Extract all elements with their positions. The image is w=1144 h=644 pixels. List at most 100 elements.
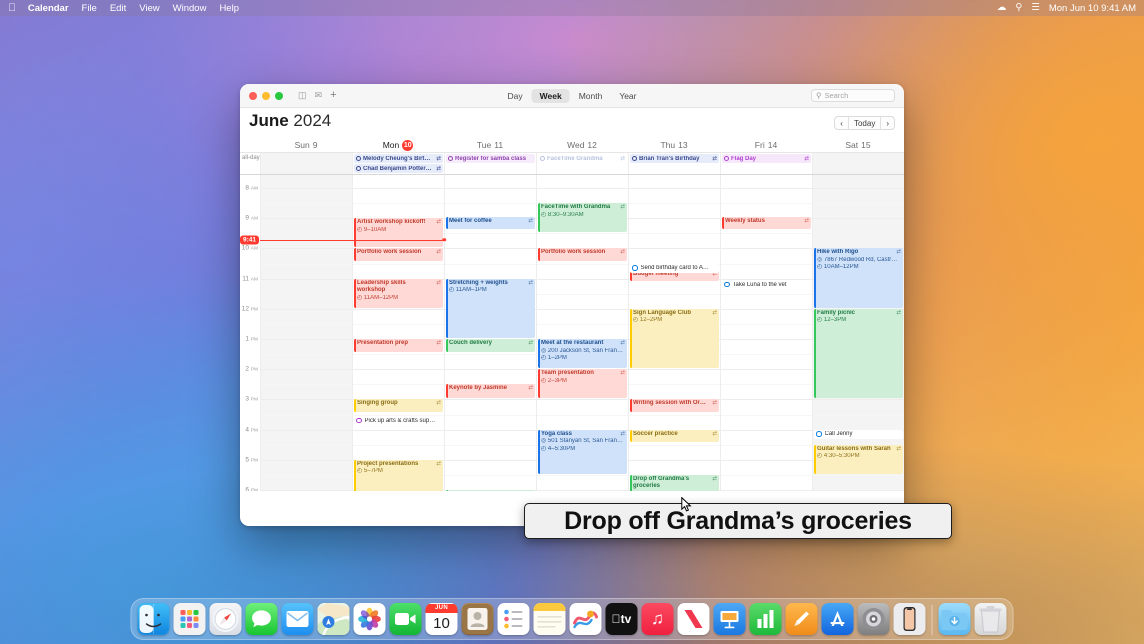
calendar-event[interactable]: Writing session with Or… ⇄ — [630, 399, 719, 412]
menu-item-window[interactable]: Window — [173, 3, 207, 14]
dock-icon-system-settings[interactable] — [857, 603, 890, 635]
weekday-header-fri[interactable]: Fri 14 — [720, 138, 812, 152]
all-day-column-fri[interactable]: Flag Day ⇄ — [720, 153, 812, 174]
prev-week-button[interactable]: ‹ — [835, 117, 848, 129]
calendar-event[interactable]: Leadership skills workshop ◴ 11AM–12PM ⇄ — [354, 278, 443, 308]
day-column-thu[interactable]: Budget meeting ⇄ Sign Language Club ◴ 12–2P… — [628, 175, 720, 491]
dock-icon-iphone-mirroring[interactable] — [893, 603, 926, 635]
view-switcher[interactable]: Day Week Month Year — [500, 88, 645, 103]
all-day-event[interactable]: Register for samba class — [446, 154, 535, 163]
all-day-column-tue[interactable]: Register for samba class — [444, 153, 536, 174]
calendar-event[interactable]: Weekly status ⇄ — [722, 216, 811, 230]
dock-icon-launchpad[interactable] — [173, 603, 206, 635]
dock-icon-downloads[interactable] — [938, 603, 971, 635]
control-center-icon[interactable]: ☰ — [1031, 3, 1040, 13]
reminder-checkbox-icon[interactable] — [356, 417, 362, 424]
weekday-header-wed[interactable]: Wed 12 — [536, 138, 628, 152]
dock-icon-numbers[interactable] — [749, 603, 782, 635]
tab-month[interactable]: Month — [571, 89, 611, 103]
spotlight-search-icon[interactable]: ⚲ — [1015, 3, 1022, 13]
minimize-button[interactable] — [262, 91, 270, 100]
calendar-event[interactable]: Meet for coffee ⇄ — [446, 216, 535, 230]
dock-icon-reminders[interactable] — [497, 603, 530, 635]
dock-icon-news[interactable] — [677, 603, 710, 635]
calendar-event[interactable]: Project presentations ◴ 5–7PM ⇄ — [354, 459, 443, 491]
dock-icon-calendar[interactable]: JUN 10 — [425, 603, 458, 635]
calendar-event[interactable]: Meet at the restaurant ◎ 200 Jackson St, … — [538, 339, 627, 369]
dock-icon-freeform[interactable] — [569, 603, 602, 635]
apple-menu-icon[interactable]:  — [8, 3, 16, 14]
reminder-checkbox-icon[interactable] — [724, 281, 730, 288]
all-day-event[interactable]: Melody Cheung's Birt… ⇄ — [354, 154, 443, 163]
dock-icon-notes[interactable] — [533, 603, 566, 635]
dock-icon-finder[interactable] — [137, 603, 170, 635]
today-button[interactable]: Today — [847, 117, 882, 129]
calendar-event[interactable]: Singing group ⇄ — [354, 399, 443, 412]
all-day-column-wed[interactable]: FaceTime Grandma ⇄ — [536, 153, 628, 174]
dock-icon-maps[interactable] — [317, 603, 350, 635]
menu-item-edit[interactable]: Edit — [110, 3, 126, 14]
dock-icon-safari[interactable] — [209, 603, 242, 635]
calendar-event[interactable]: Team presentation ◴ 2–3PM ⇄ — [538, 369, 627, 399]
search-field[interactable]: ⚲ Search — [811, 89, 895, 102]
menu-item-help[interactable]: Help — [219, 3, 239, 14]
reminder-item[interactable]: Call Jenny — [814, 429, 903, 439]
dock-icon-facetime[interactable] — [389, 603, 422, 635]
day-column-sun[interactable] — [260, 175, 352, 491]
dock-icon-pages[interactable] — [785, 603, 818, 635]
inbox-icon[interactable]: ✉ — [315, 91, 323, 100]
tab-year[interactable]: Year — [611, 89, 644, 103]
close-button[interactable] — [249, 91, 257, 100]
all-day-column-mon[interactable]: Melody Cheung's Birt… ⇄ Chad Benjamin Pott… — [352, 153, 444, 174]
calendar-event[interactable]: Family picnic ◴ 12–3PM ⇄ — [814, 308, 903, 399]
day-column-fri[interactable]: Weekly status ⇄ Take Luna to the vet — [720, 175, 812, 491]
calendar-grid-scroll[interactable]: 8 AM 9 AM 10 AM 11 AM 12 PM 1 PM 2 PM 3 PM 4 PM 5… — [240, 175, 904, 491]
calendar-event[interactable]: Taco night◴ 6–7PM — [446, 490, 535, 491]
reminder-checkbox-icon[interactable] — [632, 265, 638, 271]
calendar-event[interactable]: Keynote by Jasmine ⇄ — [446, 384, 535, 399]
add-event-button[interactable]: + — [330, 90, 336, 101]
calendar-event[interactable]: Portfolio work session ⇄ — [538, 248, 627, 261]
all-day-column-thu[interactable]: Brian Tran's Birthday ⇄ — [628, 153, 720, 174]
dock-icon-trash[interactable] — [974, 603, 1007, 635]
all-day-event[interactable]: Chad Benjamin Potter… ⇄ — [354, 164, 443, 173]
all-day-column-sat[interactable] — [812, 153, 904, 174]
dock-icon-photos[interactable] — [353, 603, 386, 635]
weekday-header-tue[interactable]: Tue 11 — [444, 138, 536, 152]
tab-day[interactable]: Day — [500, 89, 531, 103]
next-week-button[interactable]: › — [881, 117, 894, 129]
dock-icon-mail[interactable] — [281, 603, 314, 635]
calendar-event[interactable]: Drop off Grandma's groceries ⇄ — [630, 474, 719, 491]
weekday-header-sun[interactable]: Sun 9 — [260, 138, 352, 152]
calendar-event[interactable]: Yoga class ◎ 501 Stanyan St, San Fran… ◴ 4… — [538, 429, 627, 474]
dock-icon-app-store[interactable] — [821, 603, 854, 635]
weekday-header-thu[interactable]: Thu 13 — [628, 138, 720, 152]
all-day-event[interactable]: Flag Day ⇄ — [722, 154, 811, 163]
menu-bar-clock[interactable]: Mon Jun 10 9:41 AM — [1049, 3, 1136, 14]
tab-week[interactable]: Week — [531, 88, 570, 103]
all-day-event[interactable]: Brian Tran's Birthday ⇄ — [630, 154, 719, 163]
dock-icon-keynote[interactable] — [713, 603, 746, 635]
date-navigation[interactable]: ‹ Today › — [834, 116, 895, 130]
reminder-item[interactable]: Send birthday card to A… — [630, 263, 719, 273]
dock-icon-contacts[interactable] — [461, 603, 494, 635]
all-day-column-sun[interactable] — [260, 153, 352, 174]
menu-item-calendar[interactable]: Calendar — [28, 3, 69, 14]
dock-icon-appletv[interactable]: tv — [605, 603, 638, 635]
dock-icon-music[interactable]: ♫ — [641, 603, 674, 635]
calendar-event[interactable]: Stretching + weights ◴ 11AM–1PM ⇄ — [446, 278, 535, 338]
calendar-event[interactable]: Couch delivery ⇄ — [446, 339, 535, 352]
calendar-event[interactable]: Guitar lessons with Sarah ◴ 4:30–5:30PM ⇄ — [814, 444, 903, 474]
calendar-event[interactable]: Presentation prep ⇄ — [354, 339, 443, 352]
menu-item-view[interactable]: View — [139, 3, 159, 14]
day-column-tue[interactable]: Meet for coffee ⇄ Stretching + weights ◴ 11… — [444, 175, 536, 491]
dock-icon-messages[interactable] — [245, 603, 278, 635]
reminder-item[interactable]: Pick up arts & crafts sup… — [354, 416, 443, 425]
calendar-event[interactable]: Portfolio work session ⇄ — [354, 248, 443, 261]
wifi-icon[interactable]: ☁ — [997, 3, 1007, 13]
calendar-event[interactable]: Hike with Rigo ◎ 7867 Redwood Rd, Castr… ◴… — [814, 248, 903, 308]
weekday-header-mon[interactable]: Mon 10 — [352, 138, 444, 152]
maximize-button[interactable] — [275, 91, 283, 100]
all-day-event[interactable]: FaceTime Grandma ⇄ — [538, 154, 627, 163]
menu-item-file[interactable]: File — [82, 3, 97, 14]
